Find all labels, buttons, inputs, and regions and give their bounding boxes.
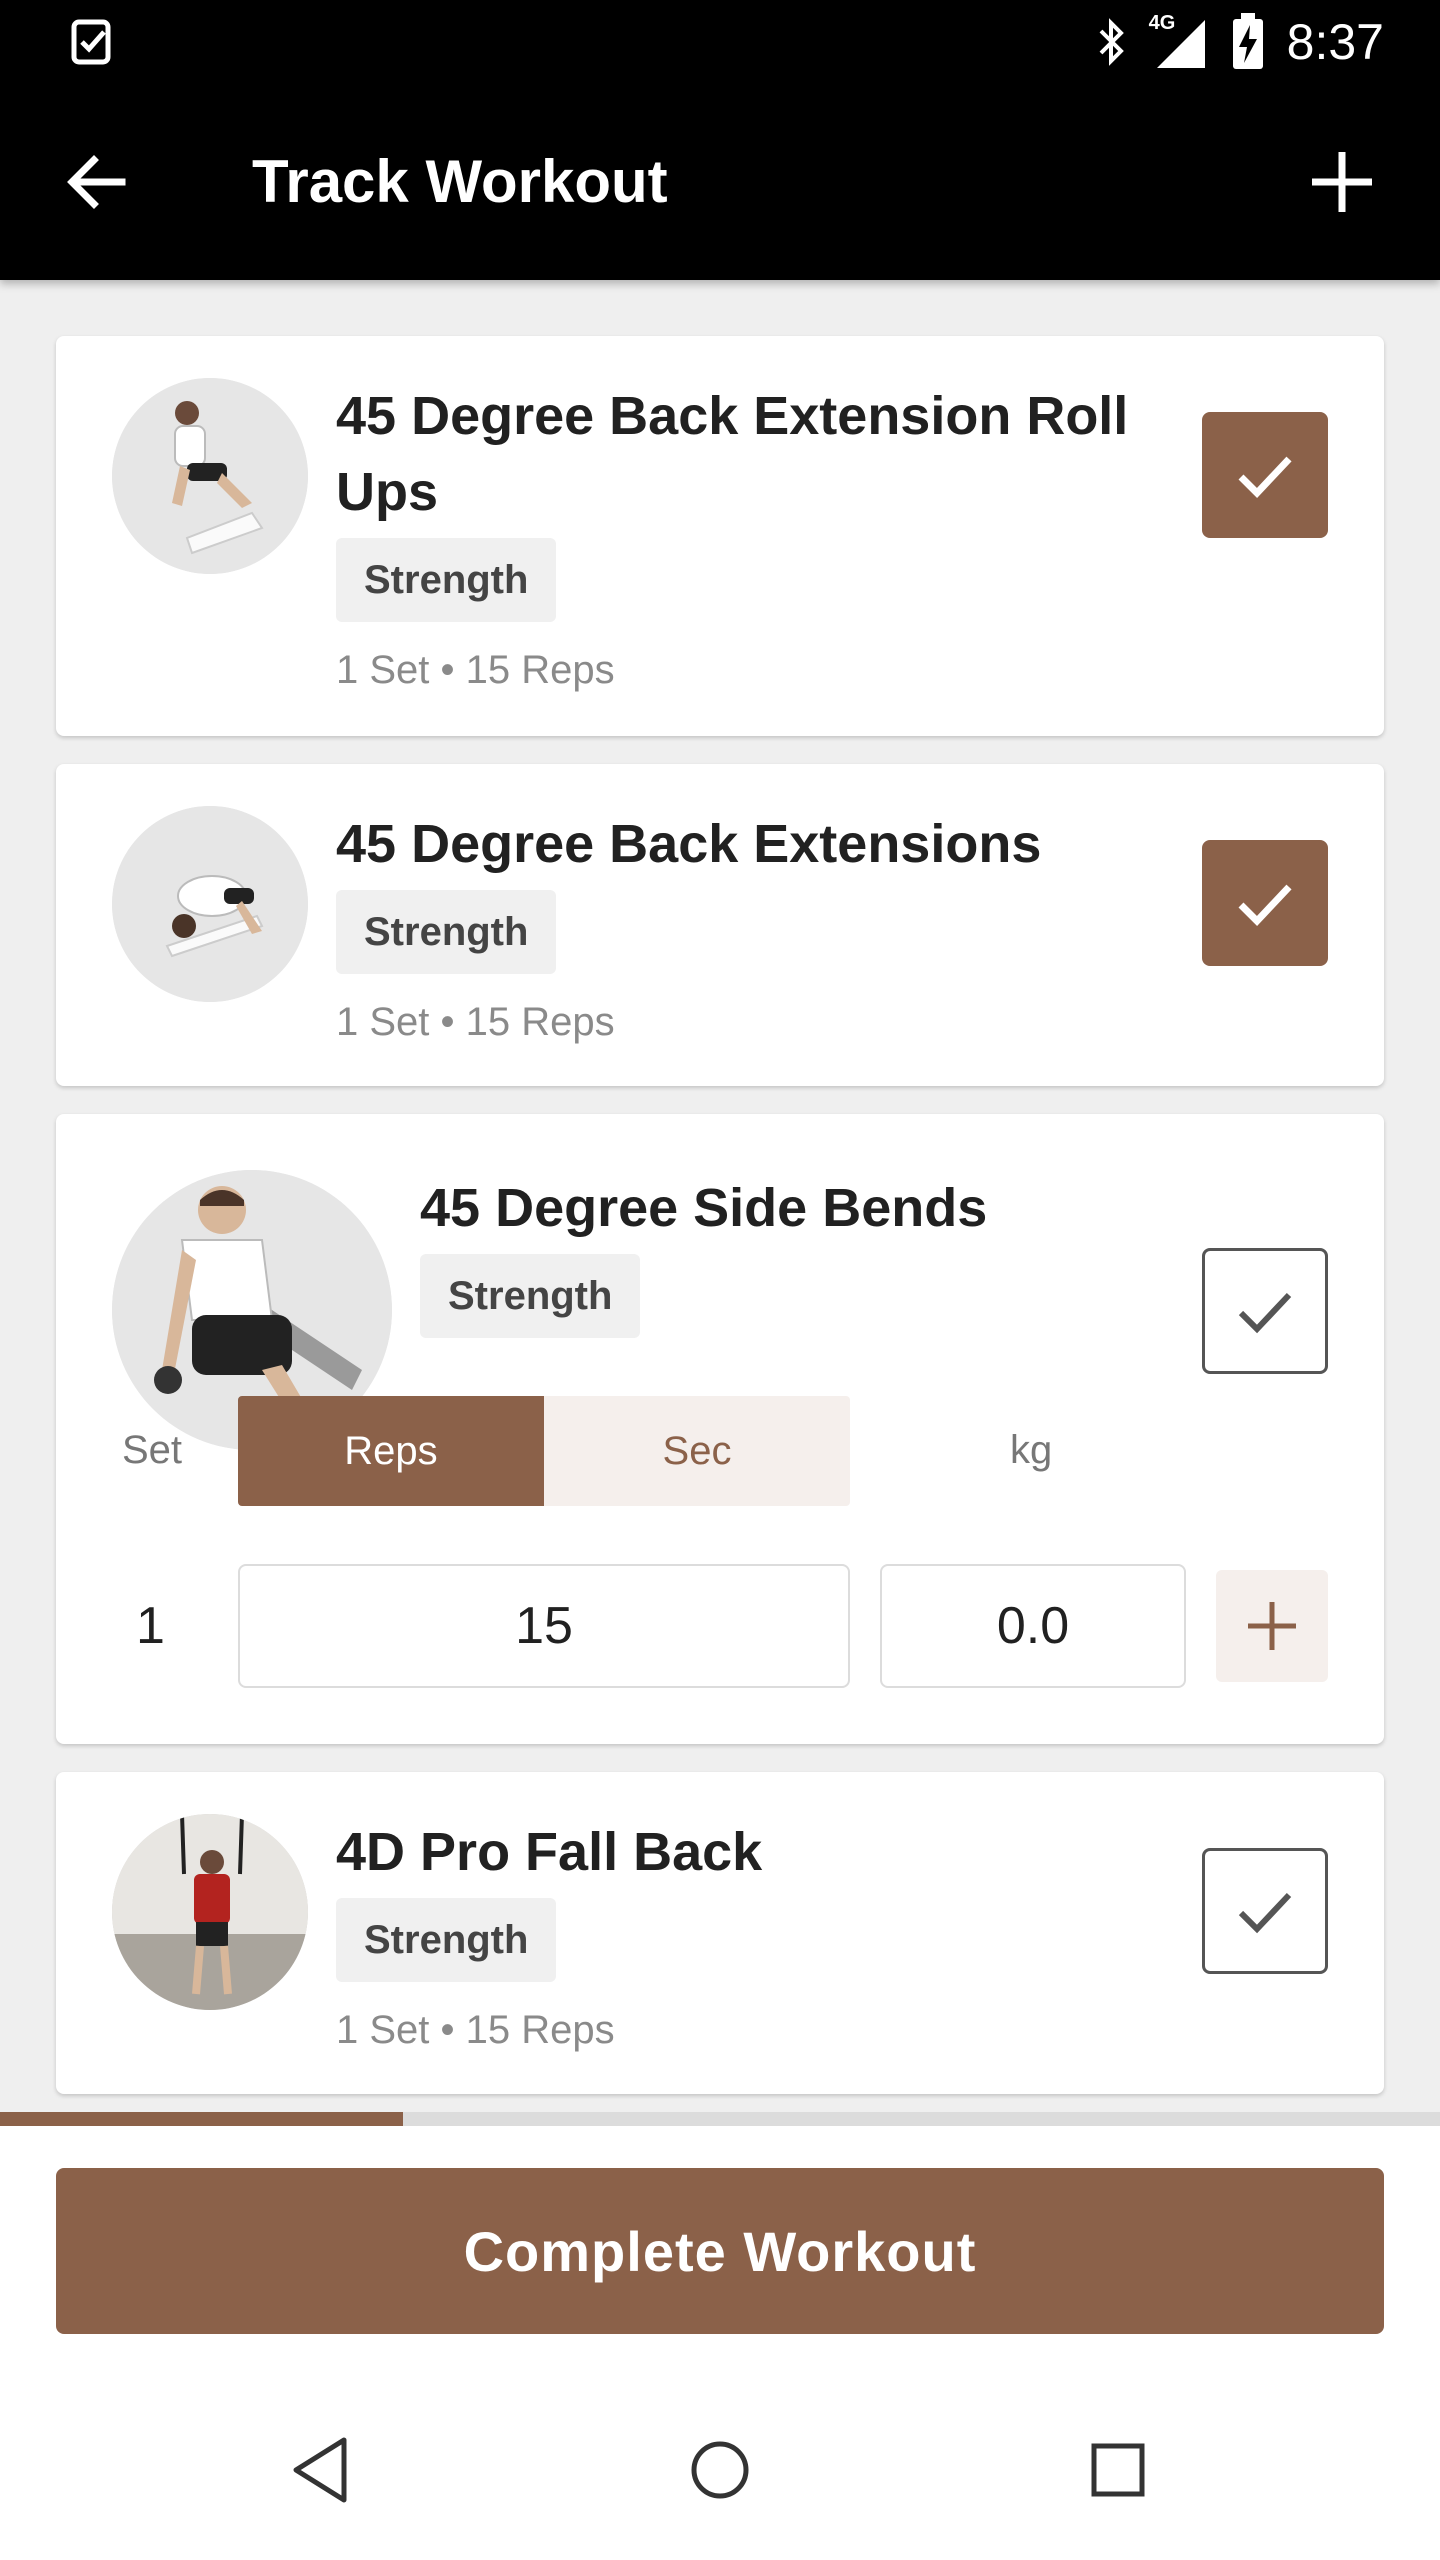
page-title: Track Workout <box>252 148 668 215</box>
complete-checkbox[interactable] <box>1202 840 1328 966</box>
complete-checkbox[interactable] <box>1202 1248 1328 1374</box>
exercise-name: 45 Degree Back Extension Roll Ups <box>336 386 1129 522</box>
status-bar: 4G 8:37 <box>0 0 1440 84</box>
reps-input[interactable]: 15 <box>238 1564 850 1688</box>
exercise-card[interactable]: 45 Degree Back Extension Roll Ups Streng… <box>56 336 1384 736</box>
exercise-name: 45 Degree Back Extensions <box>336 814 1042 874</box>
complete-checkbox[interactable] <box>1202 1848 1328 1974</box>
checkmark-icon <box>1238 456 1292 499</box>
checkmark-icon <box>1238 1892 1292 1934</box>
category-chip: Strength <box>420 1254 641 1338</box>
exercise-card[interactable]: 45 Degree Back Extensions Strength 1 Set… <box>56 764 1384 1086</box>
plus-icon[interactable] <box>1304 144 1380 220</box>
home-circle-icon[interactable] <box>680 2430 760 2510</box>
set-summary: 1 Set • 15 Reps <box>336 2008 615 2052</box>
exercise-name: 4D Pro Fall Back <box>336 1822 763 1882</box>
exercise-thumbnail <box>112 378 308 574</box>
recents-square-icon[interactable] <box>1078 2430 1158 2510</box>
signal-icon: 4G <box>1149 12 1209 70</box>
battery-charging-icon <box>1232 13 1263 69</box>
add-set-button[interactable] <box>1216 1570 1328 1682</box>
complete-checkbox[interactable] <box>1202 412 1328 538</box>
weight-column-header: kg <box>1010 1428 1053 1472</box>
category-chip: Strength <box>336 890 557 974</box>
exercise-name: 45 Degree Side Bends <box>420 1178 988 1238</box>
back-triangle-icon[interactable] <box>282 2430 362 2510</box>
weight-input[interactable]: 0.0 <box>880 1564 1186 1688</box>
category-chip: Strength <box>336 1898 557 1982</box>
exercise-card[interactable]: 4D Pro Fall Back Strength 1 Set • 15 Rep… <box>56 1772 1384 2094</box>
set-summary: 1 Set • 15 Reps <box>336 648 615 692</box>
sec-toggle[interactable]: Sec <box>544 1396 850 1506</box>
set-number: 1 <box>136 1597 165 1655</box>
task-check-icon <box>71 19 111 65</box>
plus-icon <box>1248 1602 1296 1650</box>
exercise-card-expanded[interactable]: 45 Degree Side Bends Strength Set Reps S… <box>56 1114 1384 1744</box>
reps-toggle[interactable]: Reps <box>238 1396 544 1506</box>
progress-fill <box>0 2112 404 2126</box>
app-bar: Track Workout <box>0 84 1440 280</box>
back-arrow-icon[interactable] <box>60 144 136 220</box>
category-chip: Strength <box>336 538 557 622</box>
clock: 8:37 <box>1286 14 1384 70</box>
exercise-thumbnail <box>112 1814 308 2010</box>
set-column-header: Set <box>122 1428 183 1472</box>
complete-workout-button[interactable]: Complete Workout <box>56 2168 1384 2334</box>
workout-progress-bar <box>0 2112 1440 2126</box>
exercise-thumbnail <box>112 806 308 1002</box>
checkmark-icon <box>1238 1292 1292 1334</box>
bluetooth-icon <box>1099 18 1124 66</box>
system-nav-bar <box>0 2380 1440 2560</box>
set-summary: 1 Set • 15 Reps <box>336 1000 615 1044</box>
checkmark-icon <box>1238 884 1292 927</box>
